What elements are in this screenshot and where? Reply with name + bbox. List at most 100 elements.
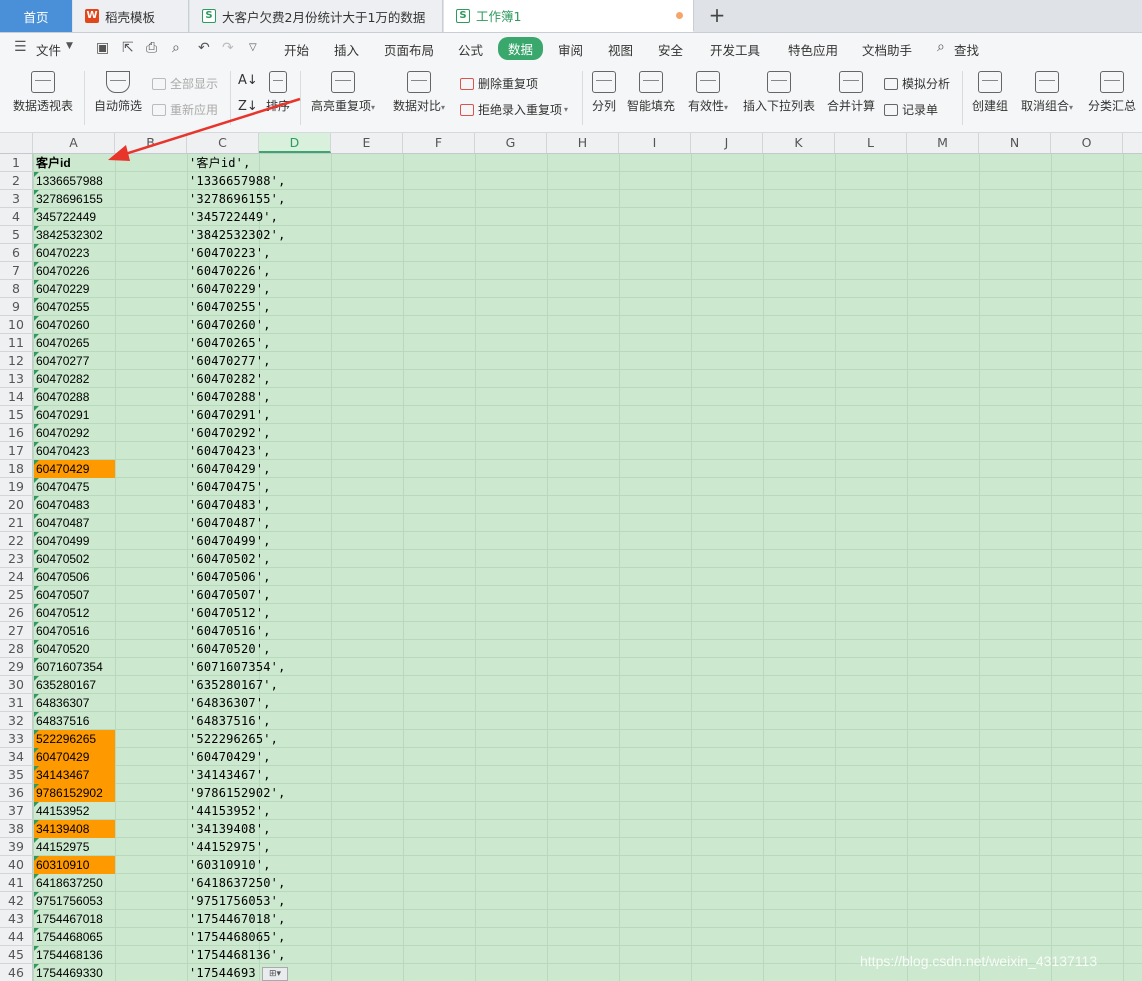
cell-c[interactable]: '3278696155', — [187, 190, 331, 208]
data-compare-button[interactable]: 数据对比▾ — [388, 65, 450, 114]
cell-a[interactable]: 34143467 — [34, 766, 115, 784]
menu-developer[interactable]: 开发工具 — [710, 40, 760, 59]
row-header[interactable]: 26 — [0, 604, 33, 622]
record-form-button[interactable]: 记录单 — [884, 101, 938, 118]
cell-a[interactable]: 60470260 — [34, 316, 115, 334]
row-header[interactable]: 11 — [0, 334, 33, 352]
cell-c[interactable]: '44153952', — [187, 802, 331, 820]
sort-asc-button[interactable]: A↓ — [238, 73, 258, 88]
cell-c[interactable]: '64837516', — [187, 712, 331, 730]
ungroup-button[interactable]: 取消组合▾ — [1016, 65, 1078, 114]
row-header[interactable]: 31 — [0, 694, 33, 712]
cell-a[interactable]: 60470288 — [34, 388, 115, 406]
cell-c[interactable]: '34139408', — [187, 820, 331, 838]
cell-a[interactable]: 60470423 — [34, 442, 115, 460]
row-header[interactable]: 25 — [0, 586, 33, 604]
cell-a[interactable]: 345722449 — [34, 208, 115, 226]
row-header[interactable]: 45 — [0, 946, 33, 964]
cell-a[interactable]: 6418637250 — [34, 874, 115, 892]
highlight-duplicates-button[interactable]: 高亮重复项▾ — [306, 65, 380, 114]
cell-c[interactable]: '60470502', — [187, 550, 331, 568]
cell-c[interactable]: '60470487', — [187, 514, 331, 532]
cell-a[interactable]: 60470429 — [34, 748, 115, 766]
row-header[interactable]: 37 — [0, 802, 33, 820]
remove-duplicates-button[interactable]: 删除重复项 — [460, 75, 538, 92]
row-header[interactable]: 15 — [0, 406, 33, 424]
cell-c[interactable]: '9786152902', — [187, 784, 331, 802]
subtotal-button[interactable]: 分类汇总 — [1084, 65, 1140, 114]
search-icon[interactable]: ⌕ — [937, 39, 945, 55]
row-header[interactable]: 2 — [0, 172, 33, 190]
cell-a[interactable]: 60470265 — [34, 334, 115, 352]
cell-c[interactable]: '60470512', — [187, 604, 331, 622]
menu-security[interactable]: 安全 — [658, 40, 683, 59]
tab-doc-arrears[interactable]: S 大客户欠费2月份统计大于1万的数据 — [190, 0, 443, 32]
cell-c[interactable]: '6071607354', — [187, 658, 331, 676]
cell-c[interactable]: '1336657988', — [187, 172, 331, 190]
cell-a[interactable]: 60470520 — [34, 640, 115, 658]
cell-c[interactable]: '客户id', — [187, 154, 331, 172]
redo-icon[interactable]: ↷ — [222, 40, 234, 56]
flash-fill-button[interactable]: 智能填充 — [624, 65, 678, 114]
cell-a[interactable]: 60470292 — [34, 424, 115, 442]
print-preview-icon[interactable]: ⌕ — [172, 40, 180, 56]
select-all-corner[interactable] — [0, 133, 33, 153]
row-header[interactable]: 20 — [0, 496, 33, 514]
cell-c[interactable]: '60470483', — [187, 496, 331, 514]
column-header-j[interactable]: J — [691, 133, 763, 153]
cell-a[interactable]: 60470475 — [34, 478, 115, 496]
consolidate-button[interactable]: 合并计算 — [824, 65, 878, 114]
row-header[interactable]: 32 — [0, 712, 33, 730]
cell-c[interactable]: '17544693 — [187, 964, 331, 981]
row-header[interactable]: 34 — [0, 748, 33, 766]
cell-c[interactable]: '522296265', — [187, 730, 331, 748]
cell-c[interactable]: '60470277', — [187, 352, 331, 370]
cell-c[interactable]: '60470292', — [187, 424, 331, 442]
autofilter-button[interactable]: 自动筛选 — [90, 65, 146, 114]
cell-a[interactable]: 64836307 — [34, 694, 115, 712]
cell-a[interactable]: 60310910 — [34, 856, 115, 874]
cell-a[interactable]: 635280167 — [34, 676, 115, 694]
menu-search[interactable]: 查找 — [954, 40, 979, 59]
row-header[interactable]: 4 — [0, 208, 33, 226]
row-header[interactable]: 43 — [0, 910, 33, 928]
cell-c[interactable]: '60470507', — [187, 586, 331, 604]
column-header-l[interactable]: L — [835, 133, 907, 153]
cell-c[interactable]: '9751756053', — [187, 892, 331, 910]
row-header[interactable]: 30 — [0, 676, 33, 694]
row-header[interactable]: 27 — [0, 622, 33, 640]
print-icon[interactable]: ⎙ — [146, 40, 157, 56]
cell-a[interactable]: 60470507 — [34, 586, 115, 604]
row-header[interactable]: 40 — [0, 856, 33, 874]
undo-icon[interactable]: ↶ — [198, 40, 210, 56]
cell-c[interactable]: '60470260', — [187, 316, 331, 334]
cell-c[interactable]: '60470516', — [187, 622, 331, 640]
save-icon[interactable]: ▣ — [96, 40, 109, 56]
cell-a[interactable]: 60470487 — [34, 514, 115, 532]
cell-a[interactable]: 60470277 — [34, 352, 115, 370]
cell-a[interactable]: 60470229 — [34, 280, 115, 298]
cell-c[interactable]: '60470291', — [187, 406, 331, 424]
row-header[interactable]: 23 — [0, 550, 33, 568]
cell-a[interactable]: 9751756053 — [34, 892, 115, 910]
cell-c[interactable]: '345722449', — [187, 208, 331, 226]
menu-formula[interactable]: 公式 — [458, 40, 483, 59]
row-header[interactable]: 36 — [0, 784, 33, 802]
row-header[interactable]: 14 — [0, 388, 33, 406]
cell-a[interactable]: 60470282 — [34, 370, 115, 388]
reapply-button[interactable]: 重新应用 — [152, 101, 218, 118]
row-header[interactable]: 5 — [0, 226, 33, 244]
row-header[interactable]: 29 — [0, 658, 33, 676]
cell-c[interactable]: '60470506', — [187, 568, 331, 586]
row-header[interactable]: 9 — [0, 298, 33, 316]
cell-c[interactable]: '3842532302', — [187, 226, 331, 244]
row-header[interactable]: 6 — [0, 244, 33, 262]
cell-a[interactable]: 64837516 — [34, 712, 115, 730]
cell-a[interactable]: 1336657988 — [34, 172, 115, 190]
export-icon[interactable]: ⇱ — [122, 40, 134, 56]
menu-special[interactable]: 特色应用 — [788, 40, 838, 59]
cell-a[interactable]: 3278696155 — [34, 190, 115, 208]
cell-a[interactable]: 60470223 — [34, 244, 115, 262]
insert-dropdown-list-button[interactable]: 插入下拉列表 — [740, 65, 818, 114]
cell-a[interactable]: 60470483 — [34, 496, 115, 514]
